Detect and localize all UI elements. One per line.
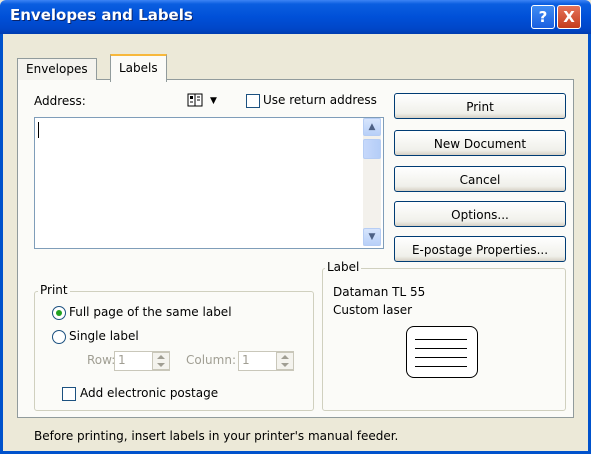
single-label-label[interactable]: Single label — [69, 329, 139, 343]
window-frame-left — [0, 34, 3, 454]
address-book-icon[interactable] — [187, 93, 203, 107]
text-caret — [38, 122, 39, 138]
row-label: Row: — [87, 353, 116, 367]
add-epostage-checkbox[interactable] — [62, 387, 76, 401]
help-button[interactable]: ? — [531, 5, 555, 29]
print-button[interactable]: Print — [394, 93, 566, 119]
use-return-address-checkbox[interactable] — [246, 94, 260, 108]
column-spinner-value: 1 — [242, 353, 250, 367]
window-title: Envelopes and Labels — [10, 6, 193, 24]
label-type[interactable]: Custom laser — [333, 303, 412, 317]
scroll-thumb[interactable] — [363, 139, 381, 159]
row-spinner-value: 1 — [118, 353, 126, 367]
full-page-label[interactable]: Full page of the same label — [69, 305, 232, 319]
tab-labels-label: Labels — [119, 61, 158, 75]
close-button[interactable]: X — [557, 5, 581, 29]
label-preview-icon[interactable] — [406, 326, 478, 378]
add-epostage-label[interactable]: Add electronic postage — [80, 386, 218, 400]
help-icon: ? — [538, 8, 548, 26]
spin-down-icon — [157, 363, 165, 367]
row-spinner-buttons — [152, 352, 170, 370]
column-label: Column: — [186, 353, 236, 367]
label-line — [415, 348, 467, 349]
tab-envelopes[interactable]: Envelopes — [17, 58, 97, 80]
status-message: Before printing, insert labels in your p… — [34, 429, 399, 443]
close-icon: X — [563, 8, 575, 26]
label-group-title: Label — [325, 260, 362, 274]
full-page-radio[interactable] — [52, 306, 66, 320]
use-return-address-label[interactable]: Use return address — [263, 93, 377, 107]
row-spinner: 1 — [114, 351, 170, 371]
cancel-button[interactable]: Cancel — [394, 166, 566, 192]
label-product-name[interactable]: Dataman TL 55 — [333, 285, 425, 299]
label-line — [415, 357, 467, 358]
tab-envelopes-label: Envelopes — [26, 62, 88, 76]
cancel-button-label: Cancel — [459, 173, 501, 187]
options-button[interactable]: Options... — [394, 201, 566, 227]
label-line — [415, 339, 467, 340]
scroll-up-button[interactable]: ▲ — [363, 118, 381, 136]
envelopes-labels-dialog: Envelopes and Labels ? X Envelopes Label… — [0, 0, 591, 454]
spin-up-icon — [281, 355, 289, 359]
title-bar[interactable]: Envelopes and Labels ? X — [0, 0, 591, 34]
epostage-properties-button[interactable]: E-postage Properties... — [394, 236, 566, 262]
spin-down-icon — [281, 363, 289, 367]
radio-selected-dot — [56, 310, 62, 316]
label-line — [415, 366, 467, 367]
spin-up-icon — [157, 355, 165, 359]
epostage-properties-button-label: E-postage Properties... — [411, 243, 549, 257]
address-label: Address: — [34, 94, 86, 108]
options-button-label: Options... — [451, 208, 509, 222]
column-spinner-buttons — [276, 352, 294, 370]
scroll-down-button[interactable]: ▼ — [363, 228, 381, 246]
address-textarea[interactable] — [34, 117, 384, 249]
print-group-title: Print — [38, 283, 70, 297]
new-document-button[interactable]: New Document — [394, 130, 566, 156]
chevron-down-icon[interactable]: ▼ — [210, 96, 217, 106]
tab-labels[interactable]: Labels — [110, 54, 167, 82]
new-document-button-label: New Document — [433, 137, 527, 151]
single-label-radio[interactable] — [52, 330, 66, 344]
column-spinner: 1 — [238, 351, 294, 371]
print-button-label: Print — [466, 100, 494, 114]
address-scrollbar[interactable]: ▲ ▼ — [363, 118, 381, 246]
